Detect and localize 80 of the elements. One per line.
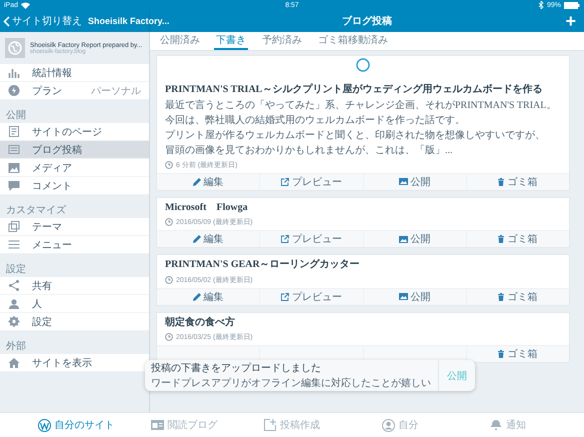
section-heading: 公開 [5, 109, 27, 123]
post-action-button[interactable]: ゴミ箱 [498, 290, 538, 304]
post-action-button[interactable]: プレビュー [280, 174, 342, 188]
layers-icon [8, 221, 20, 232]
toast-message: ワードプレスアプリがオフライン編集に対応したことが嬉しい [151, 376, 432, 390]
bluetooth-icon [538, 1, 544, 9]
post-action-button[interactable]: 公開 [398, 290, 431, 304]
post-title[interactable]: PRINTMAN'S GEAR～ローリングカッター [165, 259, 561, 272]
post-excerpt: 冒頭の画像を見ておわかりかもしれませんが、これは、「版」... [165, 144, 454, 156]
trash-icon [498, 178, 504, 186]
settings-icon [8, 316, 20, 327]
sidebar-item[interactable]: テーマ [0, 218, 149, 236]
post-title[interactable]: 朝定食の食べ方 [165, 316, 561, 329]
clock-icon [165, 218, 173, 226]
image-icon [8, 162, 20, 172]
page-title: ブログ投稿 [342, 14, 392, 28]
person-icon [8, 298, 20, 308]
home-icon [8, 358, 20, 368]
sidebar-item[interactable]: 設定 [0, 313, 149, 331]
post-action-button[interactable]: プレビュー [280, 232, 342, 246]
person-circle-icon [382, 418, 394, 432]
post-action-button[interactable]: 編集 [192, 232, 224, 246]
section-heading: 外部 [5, 340, 27, 354]
add-button[interactable]: + [565, 10, 576, 32]
post-action-button[interactable]: 編集 [192, 290, 224, 304]
list-icon [8, 240, 20, 249]
sidebar-item[interactable]: ブログ投稿 [0, 141, 149, 159]
sidebar-item[interactable]: サイトのページ [0, 123, 149, 141]
speech-bubble-icon [8, 180, 20, 190]
post-action-button[interactable]: 公開 [398, 232, 431, 246]
image-icon [398, 236, 408, 242]
post-excerpt: 今回は、弊社職人の結婚式用のウェルカムボードを作った話です。 [165, 114, 466, 126]
page-icon [8, 126, 20, 137]
newspaper-icon [150, 420, 164, 430]
external-link-icon [280, 235, 289, 243]
post-excerpt: プリント屋が作るウェルカムボードと聞くと、印刷された物を想像しやすいですが、 [165, 130, 546, 142]
clock-icon [165, 276, 173, 284]
tab-bar-item[interactable]: 自分のサイト [31, 413, 121, 437]
post-title[interactable]: PRINTMAN'S TRIAL～シルクプリント屋がウェディング用ウェルカムボードを作る [165, 84, 561, 96]
back-button[interactable]: サイト切り替え [3, 14, 82, 28]
pencil-icon [192, 178, 201, 186]
chevron-left-icon [3, 16, 10, 26]
globe-icon [5, 38, 25, 58]
post-action-button[interactable]: ゴミ箱 [498, 232, 538, 246]
post-action-button[interactable]: プレビュー [280, 290, 342, 304]
filter-tab[interactable]: 予約済み [260, 32, 304, 50]
post-action-button[interactable]: 編集 [192, 174, 224, 188]
pencil-icon [192, 292, 201, 300]
clock-icon [165, 160, 173, 168]
sidebar-item[interactable]: 共有 [0, 277, 149, 295]
document-icon [8, 145, 20, 154]
clock-icon [165, 333, 173, 341]
external-link-icon [280, 178, 289, 186]
share-icon [8, 280, 20, 291]
post-action-button[interactable]: ゴミ箱 [498, 174, 538, 188]
logo-icon [38, 418, 50, 432]
battery-icon [564, 2, 580, 8]
external-link-icon [280, 292, 289, 300]
site-title: Shoeisilk Factory... [88, 16, 170, 26]
bar-chart-icon [8, 68, 20, 78]
trash-icon [498, 350, 504, 358]
bell-icon [490, 419, 502, 431]
post-excerpt: 最近で言うところの「やってみた」系、チャレンジ企画、それがPRINTMAN'S TRIAL。 [165, 100, 558, 112]
filter-tab[interactable]: 公開済み [158, 32, 202, 50]
filter-tab[interactable]: ゴミ箱移動済み [316, 32, 390, 50]
toast-title: 投稿の下書きをアップロードしました [151, 362, 322, 375]
post-title[interactable]: Microsoft Flowga [165, 202, 561, 214]
image-icon [398, 178, 408, 185]
trash-icon [498, 292, 504, 300]
image-icon [398, 293, 408, 300]
section-heading: カスタマイズ [5, 204, 67, 218]
section-heading: 設定 [5, 262, 27, 277]
filter-tab[interactable]: 下書き [214, 32, 248, 50]
trash-icon [498, 235, 504, 243]
post-action-button[interactable]: 公開 [398, 174, 431, 188]
post-action-button[interactable]: ゴミ箱 [498, 347, 538, 361]
pencil-icon [192, 235, 201, 243]
sidebar-item[interactable]: プラン パーソナル [0, 82, 149, 100]
lightning-circle-icon [8, 85, 20, 96]
wifi-icon [21, 2, 30, 8]
